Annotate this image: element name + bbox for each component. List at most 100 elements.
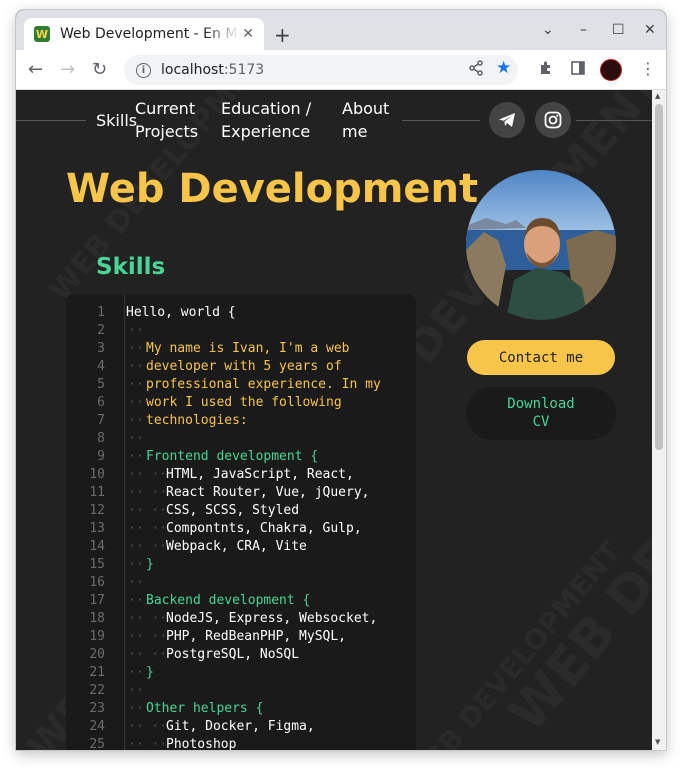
line-number: 15 bbox=[89, 557, 105, 572]
forward-arrow-icon[interactable]: → bbox=[60, 59, 75, 80]
code-line: 22 ·· bbox=[66, 682, 416, 700]
code-line: 24 ·· ·· Git, Docker, Figma, bbox=[66, 718, 416, 736]
minimize-icon[interactable]: – bbox=[580, 22, 587, 38]
bookmark-star-icon[interactable]: ★ bbox=[496, 58, 511, 78]
indent-guide: ·· ·· bbox=[128, 539, 168, 554]
share-icon[interactable] bbox=[468, 60, 484, 80]
favicon-icon: W bbox=[34, 26, 50, 42]
close-window-icon[interactable]: ✕ bbox=[644, 22, 656, 38]
line-number: 2 bbox=[97, 323, 105, 338]
indent-guide: ·· bbox=[128, 341, 144, 356]
code-text: Compontnts, Chakra, Gulp, bbox=[166, 521, 362, 536]
maximize-icon[interactable]: ☐ bbox=[612, 22, 625, 38]
indent-guide: ·· ·· bbox=[128, 629, 168, 644]
indent-guide: ·· bbox=[128, 449, 144, 464]
url-host: localhost bbox=[161, 62, 224, 78]
line-number: 3 bbox=[97, 341, 105, 356]
menu-kebab-icon[interactable]: ⋮ bbox=[640, 59, 656, 78]
code-text: technologies: bbox=[146, 413, 248, 428]
line-number: 5 bbox=[97, 377, 105, 392]
reload-icon[interactable]: ↻ bbox=[92, 59, 107, 80]
line-number: 19 bbox=[89, 629, 105, 644]
line-number: 18 bbox=[89, 611, 105, 626]
back-arrow-icon[interactable]: ← bbox=[28, 59, 43, 80]
indent-guide: ·· bbox=[128, 359, 144, 374]
indent-guide: ·· ·· bbox=[128, 521, 168, 536]
skills-heading: Skills bbox=[96, 254, 166, 280]
indent-guide: ·· bbox=[128, 377, 144, 392]
nav-link-about[interactable]: About me bbox=[342, 97, 389, 143]
line-number: 22 bbox=[89, 683, 105, 698]
indent-guide: ·· bbox=[128, 323, 144, 338]
indent-guide: ·· ·· bbox=[128, 611, 168, 626]
code-text: Frontend development { bbox=[146, 449, 319, 464]
indent-guide: ·· ·· bbox=[128, 467, 168, 482]
indent-guide: ·· ·· bbox=[128, 737, 168, 750]
profile-photo bbox=[466, 170, 616, 320]
line-number: 20 bbox=[89, 647, 105, 662]
skills-code-block: 1 Hello, world {2 ·· 3 ·· My name is Ivan, I'… bbox=[66, 294, 416, 750]
nav-link-line: me bbox=[342, 122, 368, 141]
telegram-icon[interactable] bbox=[489, 102, 525, 138]
line-number: 16 bbox=[89, 575, 105, 590]
code-line: 8 ·· bbox=[66, 430, 416, 448]
download-cv-button[interactable]: Download CV bbox=[466, 387, 616, 440]
code-line: 18 ·· ·· NodeJS, Express, Websocket, bbox=[66, 610, 416, 628]
code-text: work I used the following bbox=[146, 395, 342, 410]
site-info-icon[interactable]: i bbox=[136, 62, 151, 78]
instagram-icon[interactable] bbox=[535, 102, 571, 138]
nav-link-line: Current bbox=[135, 99, 196, 118]
indent-guide: ·· ·· bbox=[128, 503, 168, 518]
code-text: Backend development { bbox=[146, 593, 311, 608]
line-number: 10 bbox=[89, 467, 105, 482]
nav-divider bbox=[402, 120, 480, 121]
nav-link-line: Education / bbox=[221, 99, 312, 118]
extensions-icon[interactable] bbox=[538, 60, 554, 80]
code-text: Other helpers { bbox=[146, 701, 264, 716]
nav-link-current-projects[interactable]: Current Projects bbox=[135, 97, 198, 143]
browser-toolbar: ← → ↻ i localhost :5173 ★ ⋮ bbox=[16, 50, 666, 90]
line-number: 9 bbox=[97, 449, 105, 464]
code-line: 19 ·· ·· PHP, RedBeanPHP, MySQL, bbox=[66, 628, 416, 646]
page-title: Web Development bbox=[66, 166, 479, 212]
browser-tab[interactable]: W Web Development - En Mode ✕ bbox=[24, 18, 264, 50]
scrollbar-thumb[interactable] bbox=[655, 104, 663, 450]
browser-window: W Web Development - En Mode ✕ + ⌄ – ☐ ✕ … bbox=[16, 10, 666, 750]
nav-link-education[interactable]: Education / Experience bbox=[221, 97, 311, 143]
line-number: 8 bbox=[97, 431, 105, 446]
code-line: 13 ·· ·· Compontnts, Chakra, Gulp, bbox=[66, 520, 416, 538]
nav-divider bbox=[16, 120, 86, 121]
indent-guide: ·· ·· bbox=[128, 719, 168, 734]
line-number: 13 bbox=[89, 521, 105, 536]
code-line: 17 ·· Backend development { bbox=[66, 592, 416, 610]
indent-guide: ·· bbox=[128, 665, 144, 680]
line-number: 6 bbox=[97, 395, 105, 410]
page-scrollbar[interactable]: ▲ ▼ bbox=[652, 90, 666, 750]
tab-strip: W Web Development - En Mode ✕ + ⌄ – ☐ ✕ bbox=[16, 10, 666, 50]
code-text: } bbox=[146, 557, 154, 572]
tab-search-chevron-icon[interactable]: ⌄ bbox=[542, 22, 554, 38]
code-line: 5 ·· professional experience. In my bbox=[66, 376, 416, 394]
line-number: 21 bbox=[89, 665, 105, 680]
profile-avatar[interactable] bbox=[600, 59, 622, 81]
side-panel-icon[interactable] bbox=[570, 60, 586, 80]
new-tab-button[interactable]: + bbox=[274, 23, 291, 47]
code-line: 2 ·· bbox=[66, 322, 416, 340]
tab-close-icon[interactable]: ✕ bbox=[242, 26, 254, 42]
watermark-text: WEB DEVELOPMENT bbox=[497, 256, 652, 744]
indent-guide: ·· ·· bbox=[128, 647, 168, 662]
address-bar[interactable]: i localhost :5173 ★ bbox=[124, 55, 518, 85]
nav-link-skills[interactable]: Skills bbox=[96, 109, 137, 132]
code-text: Git, Docker, Figma, bbox=[166, 719, 315, 734]
code-line: 7 ·· technologies: bbox=[66, 412, 416, 430]
code-text: Webpack, CRA, Vite bbox=[166, 539, 307, 554]
scroll-down-arrow-icon[interactable]: ▼ bbox=[655, 738, 660, 746]
line-number: 17 bbox=[89, 593, 105, 608]
code-text: NodeJS, Express, Websocket, bbox=[166, 611, 378, 626]
scroll-up-arrow-icon[interactable]: ▲ bbox=[655, 92, 660, 100]
page-viewport: WEB DEVELOPMENT WEB DEVELOPMENT WEB DEVE… bbox=[16, 90, 652, 750]
contact-me-button[interactable]: Contact me bbox=[467, 340, 615, 375]
url-port: :5173 bbox=[223, 62, 265, 78]
line-number: 24 bbox=[89, 719, 105, 734]
code-text: HTML, JavaScript, React, bbox=[166, 467, 354, 482]
